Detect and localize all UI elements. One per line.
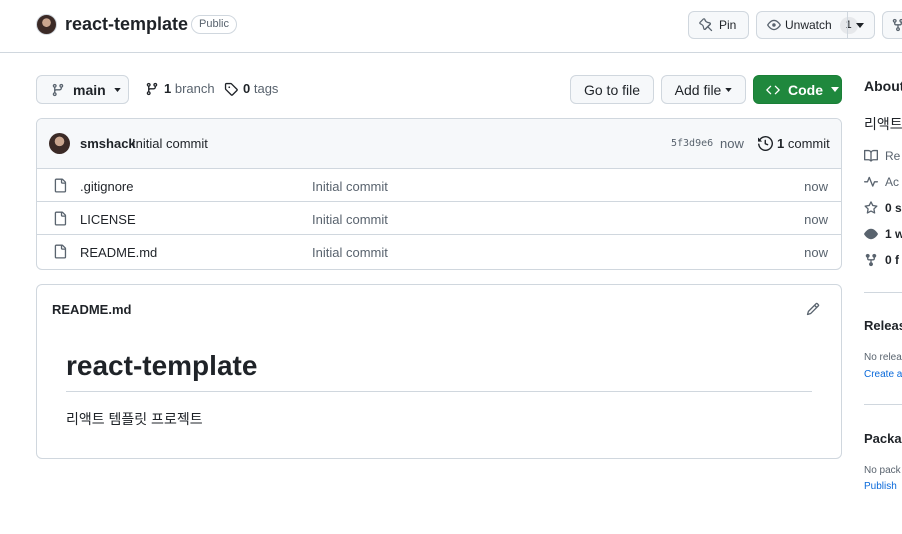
forks-count: 0 f xyxy=(885,253,900,267)
file-icon xyxy=(54,244,67,259)
tag-icon xyxy=(224,82,238,96)
button-divider xyxy=(847,12,848,38)
file-commit-message[interactable]: Initial commit xyxy=(312,179,388,194)
readme-link-label: Re xyxy=(885,149,901,163)
branch-name: main xyxy=(73,81,106,98)
caret-down-icon xyxy=(725,87,733,92)
file-icon xyxy=(54,178,67,193)
unwatch-button[interactable]: Unwatch 1 xyxy=(756,11,875,39)
readme-link[interactable]: Re xyxy=(864,149,900,163)
unwatch-label: Unwatch xyxy=(785,18,832,32)
file-row[interactable]: LICENSE Initial commit now xyxy=(37,202,841,235)
star-icon xyxy=(864,201,878,214)
file-icon xyxy=(54,211,67,226)
file-row[interactable]: README.md Initial commit now xyxy=(37,235,841,268)
tag-count: 0 xyxy=(243,81,251,96)
releases-text: No relea xyxy=(864,352,902,363)
tags-link[interactable]: 0 tags xyxy=(224,81,278,96)
code-button[interactable]: Code xyxy=(753,75,842,104)
git-branch-icon xyxy=(52,83,64,96)
stars-count: 0 s xyxy=(885,201,902,215)
pin-label: Pin xyxy=(719,18,737,32)
watchers-link[interactable]: 1 w xyxy=(864,227,902,241)
publish-package-link[interactable]: Publish xyxy=(864,481,897,492)
file-commit-message[interactable]: Initial commit xyxy=(312,245,388,260)
code-label: Code xyxy=(788,81,823,98)
repo-name[interactable]: react-template xyxy=(65,14,188,35)
pencil-icon[interactable] xyxy=(806,302,820,316)
file-browser: smshack Initial commit 5f3d9e6 now 1 com… xyxy=(36,118,842,270)
eye-icon xyxy=(767,19,781,31)
commit-time: now xyxy=(720,136,744,151)
packages-text: No pack xyxy=(864,465,901,476)
branches-link[interactable]: 1 branch xyxy=(145,81,215,96)
commit-message[interactable]: Initial commit xyxy=(132,136,208,151)
file-commit-message[interactable]: Initial commit xyxy=(312,212,388,227)
code-icon xyxy=(766,85,780,94)
add-file-button[interactable]: Add file xyxy=(661,75,746,104)
activity-link-label: Ac xyxy=(885,175,900,189)
caret-down-icon xyxy=(831,87,839,92)
file-time: now xyxy=(804,179,828,194)
readme-filename[interactable]: README.md xyxy=(52,302,131,317)
readme-panel: README.md react-template 리액트 템플릿 프로젝트 xyxy=(36,284,842,459)
releases-heading[interactable]: Releas xyxy=(864,318,902,333)
commit-count: 1 xyxy=(777,136,785,151)
branch-label: branch xyxy=(174,81,215,96)
pin-icon xyxy=(699,18,713,32)
commit-sha[interactable]: 5f3d9e6 xyxy=(671,138,713,149)
owner-avatar[interactable] xyxy=(36,14,57,35)
readme-title: react-template xyxy=(66,350,812,392)
repo-header: react-template Public Pin Unwatch 1 xyxy=(0,0,902,53)
pulse-icon xyxy=(864,176,878,187)
history-icon xyxy=(758,136,773,151)
file-row[interactable]: .gitignore Initial commit now xyxy=(37,169,841,202)
branch-count: 1 xyxy=(164,81,172,96)
sidebar-divider xyxy=(864,292,902,293)
watch-counter: 1 xyxy=(839,16,858,34)
packages-heading[interactable]: Packa xyxy=(864,431,902,446)
branch-selector[interactable]: main xyxy=(36,75,129,104)
commit-history-link[interactable]: 1 commit xyxy=(758,136,830,151)
sidebar-divider xyxy=(864,404,902,405)
file-time: now xyxy=(804,245,828,260)
about-description: 리액트 xyxy=(864,116,902,132)
commit-count-label: commit xyxy=(787,136,830,151)
create-release-link[interactable]: Create a xyxy=(864,369,902,380)
commit-author-avatar[interactable] xyxy=(49,133,70,154)
file-name[interactable]: README.md xyxy=(80,245,157,260)
visibility-badge: Public xyxy=(191,15,237,34)
tag-label: tags xyxy=(253,81,279,96)
file-name[interactable]: LICENSE xyxy=(80,212,136,227)
pin-button[interactable]: Pin xyxy=(688,11,749,39)
caret-down-icon[interactable] xyxy=(856,23,864,28)
git-branch-icon xyxy=(146,82,158,95)
readme-description: 리액트 템플릿 프로젝트 xyxy=(66,411,203,427)
fork-icon xyxy=(865,253,877,267)
go-to-file-button[interactable]: Go to file xyxy=(570,75,654,104)
latest-commit-bar: smshack Initial commit 5f3d9e6 now 1 com… xyxy=(37,119,841,169)
commit-author[interactable]: smshack xyxy=(80,136,136,151)
repo-sidebar: About 리액트 Re Ac 0 s 1 w 0 f Releas No re… xyxy=(864,0,902,534)
activity-link[interactable]: Ac xyxy=(864,175,899,189)
forks-link[interactable]: 0 f xyxy=(864,253,899,267)
file-name[interactable]: .gitignore xyxy=(80,179,133,194)
stars-link[interactable]: 0 s xyxy=(864,201,902,215)
eye-icon xyxy=(864,228,878,240)
about-heading: About xyxy=(864,78,902,94)
caret-down-icon xyxy=(113,87,121,92)
add-file-label: Add file xyxy=(674,81,722,98)
book-icon xyxy=(864,149,878,162)
file-time: now xyxy=(804,212,828,227)
watchers-count: 1 w xyxy=(885,227,902,241)
